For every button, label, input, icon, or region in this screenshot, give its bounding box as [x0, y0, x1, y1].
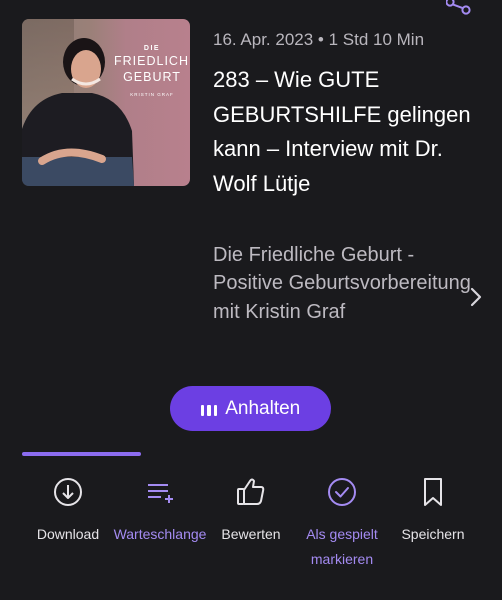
- pause-button-label: Anhalten: [225, 397, 301, 419]
- pause-bars-icon: [200, 404, 218, 416]
- download-icon: [54, 478, 82, 506]
- cover-title-line2: FRIEDLICHE: [114, 54, 190, 68]
- thumbs-up-icon: [237, 478, 265, 505]
- episode-cover-art: DIE FRIEDLICHE GEBURT KRISTIN GRAF: [22, 19, 190, 186]
- episode-title: 283 – Wie GUTE GEBURTSHILFE gelingen kan…: [213, 67, 471, 196]
- cover-title-line3: GEBURT: [123, 70, 181, 84]
- save-label: Speichern: [401, 526, 465, 542]
- save-button[interactable]: Speichern: [378, 475, 488, 547]
- episode-screen: DIE FRIEDLICHE GEBURT KRISTIN GRAF 16. A…: [0, 0, 502, 600]
- check-circle-icon: [328, 478, 356, 506]
- episode-actions: Download Warteschlange Bewerten Als gesp…: [0, 475, 502, 600]
- share-icon[interactable]: [446, 0, 476, 20]
- podcast-name-link[interactable]: Die Friedliche Geburt - Positive Geburts…: [213, 241, 475, 326]
- bookmark-icon: [424, 478, 442, 506]
- cover-title-line1: DIE: [143, 45, 161, 52]
- playback-progress-bar[interactable]: [22, 452, 480, 456]
- queue-add-icon: [148, 484, 173, 503]
- pause-button[interactable]: Anhalten: [170, 386, 331, 431]
- episode-meta: 16. Apr. 2023 • 1 Std 10 Min: [213, 30, 425, 49]
- cover-title: DIE FRIEDLICHE GEBURT KRISTIN GRAF: [114, 45, 190, 97]
- chevron-right-icon[interactable]: [466, 285, 486, 309]
- playback-progress-fill: [22, 452, 142, 456]
- cover-author: KRISTIN GRAF: [130, 92, 174, 97]
